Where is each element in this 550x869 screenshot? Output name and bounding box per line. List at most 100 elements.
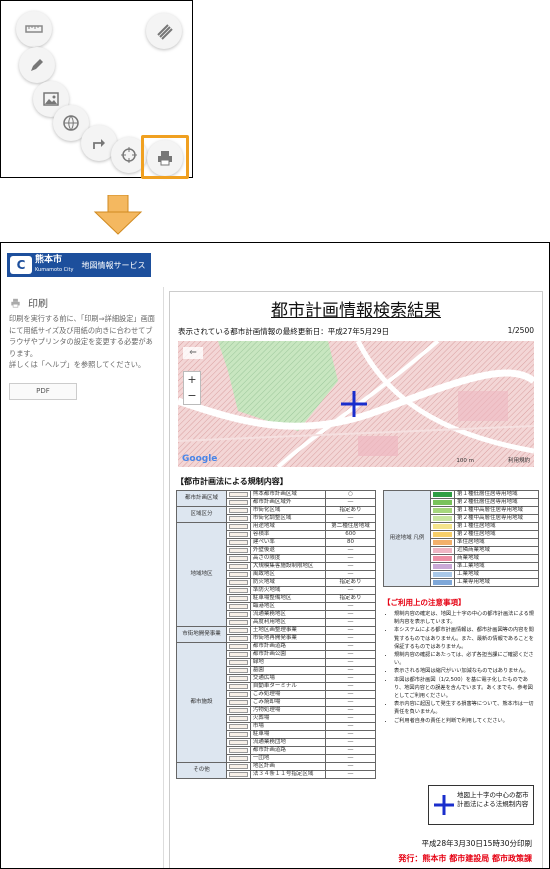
legend-swatch <box>430 530 455 539</box>
item-value-cell: 指定あり <box>325 594 376 603</box>
item-value-cell: ― <box>325 514 376 523</box>
zoning-legend-grid: 用途地域 凡例 第１種低層住居専用地域 第２種低層住居専用地域 第１種中高層住居専用地… <box>383 490 539 587</box>
logo-sub: Kumamoto City <box>35 267 74 273</box>
swatch-cell <box>225 674 251 683</box>
zoom-control[interactable]: + − <box>183 371 201 405</box>
swatch-cell <box>225 562 251 571</box>
swatch-cell <box>225 490 251 499</box>
table-row: 都市計画区域 熊本都市計画区域 ○ <box>176 490 376 507</box>
ruler-icon[interactable] <box>16 11 52 47</box>
item-name-cell: 法３４条１１号指定区域 <box>249 770 327 779</box>
notice-item: ご利用者自身の責任と判断で利用してください。 <box>394 717 536 725</box>
swatch-cell <box>225 690 251 699</box>
item-name-cell: 防火地域 <box>249 578 327 587</box>
zoom-out-button[interactable]: − <box>184 388 200 404</box>
swatch-cell <box>225 746 251 755</box>
back-arrow-icon[interactable]: ⇐ <box>183 347 203 359</box>
crosshair-icon <box>434 795 454 815</box>
item-name-cell: ごみ処理場 <box>249 690 327 699</box>
item-name-cell: 風致地区 <box>249 570 327 579</box>
sidebar-description: 印刷を実行する前に、「印刷⇒詳細設定」画面にて用紙サイズ及び用紙の向きに合わせて… <box>9 314 155 369</box>
item-name-cell: 土地区画整理事業 <box>249 626 327 635</box>
swatch-cell <box>225 530 251 539</box>
print-preview: 都市計画情報検索結果 表示されている都市計画情報の最終更新日：平成27年5月29… <box>169 291 543 868</box>
item-value-cell: 600 <box>325 530 376 539</box>
table-row: 市街地開発事業 土地区画整理事業 ― <box>176 626 376 643</box>
logo-mark-icon: C <box>10 256 32 274</box>
item-value-cell: ― <box>325 666 376 675</box>
legend-box: 地図上十字の中心の都市計画法による法規制内容 <box>428 785 534 825</box>
scale-bar: 100 m <box>456 458 474 464</box>
last-updated: 表示されている都市計画情報の最終更新日：平成27年5月29日 <box>178 327 390 336</box>
swatch-cell <box>225 658 251 667</box>
section-title: 【都市計画法による規制内容】 <box>176 477 288 486</box>
item-name-cell: 建ぺい率 <box>249 538 327 547</box>
item-value-cell: ― <box>325 546 376 555</box>
item-name-cell: 火葬場 <box>249 714 327 723</box>
legend-label: 第１種低層住居専用地域 <box>454 490 539 499</box>
item-value-cell: ― <box>325 762 376 771</box>
swatch-cell <box>225 666 251 675</box>
swatch-cell <box>225 698 251 707</box>
sidebar: 印刷 印刷を実行する前に、「印刷⇒詳細設定」画面にて用紙サイズ及び用紙の向きに合… <box>1 287 164 868</box>
legend-label: 近隣商業地域 <box>454 546 539 555</box>
legend-swatch <box>430 498 455 507</box>
swatch-cell <box>225 730 251 739</box>
legend-swatch <box>430 514 455 523</box>
category-cell: 都市施設 <box>176 642 227 763</box>
city-logo[interactable]: C 熊本市 Kumamoto City 地図情報サービス <box>7 253 151 277</box>
menu-icon[interactable] <box>146 13 182 49</box>
item-name-cell: 都市計画区域外 <box>249 498 327 507</box>
print-icon <box>11 298 20 307</box>
item-value-cell: 80 <box>325 538 376 547</box>
map-view[interactable]: ⇐ + − Google 100 m 利用規約 <box>178 341 534 467</box>
pen-icon[interactable] <box>19 47 55 83</box>
item-value-cell: ― <box>325 602 376 611</box>
item-name-cell: 駐車場整備地区 <box>249 594 327 603</box>
legend-swatch <box>430 578 455 587</box>
item-name-cell: 都市計画道路 <box>249 746 327 755</box>
legend-label: 第１種住居地域 <box>454 522 539 531</box>
table-row: 地域地区 用途地域 第二種住居地域 <box>176 522 376 627</box>
item-value-cell: ― <box>325 730 376 739</box>
item-name-cell: 交通広場 <box>249 674 327 683</box>
legend-caption: 地図上十字の中心の都市計画法による法規制内容 <box>457 791 529 808</box>
item-name-cell: 自動車ターミナル <box>249 682 327 691</box>
item-name-cell: 流通業務地区 <box>249 610 327 619</box>
item-value-cell: ― <box>325 634 376 643</box>
swatch-cell <box>225 618 251 627</box>
swatch-cell <box>225 554 251 563</box>
item-value-cell: ― <box>325 570 376 579</box>
legend-label: 第２種中高層住居専用地域 <box>454 514 539 523</box>
legend-label: 商業地域 <box>454 554 539 563</box>
swatch-cell <box>225 522 251 531</box>
terms-link[interactable]: 利用規約 <box>508 456 530 464</box>
notice-item: 規制内容の確認にあたっては、必ず各担当課にご確認ください。 <box>394 651 536 667</box>
item-value-cell: ― <box>325 562 376 571</box>
item-name-cell: 流通業務団地 <box>249 738 327 747</box>
swatch-cell <box>225 642 251 651</box>
item-name-cell: 外壁後退 <box>249 546 327 555</box>
item-name-cell: ごみ焼却場 <box>249 698 327 707</box>
legend-label: 第２種住居地域 <box>454 530 539 539</box>
item-value-cell: ― <box>325 722 376 731</box>
swatch-cell <box>225 538 251 547</box>
item-value-cell: 第二種住居地域 <box>325 522 376 531</box>
print-screen: C 熊本市 Kumamoto City 地図情報サービス 印刷 印刷を実行する前… <box>0 242 550 869</box>
map-canvas <box>178 341 534 467</box>
category-cell: 都市計画区域 <box>176 490 227 507</box>
item-value-cell: 指定あり <box>325 506 376 515</box>
regulation-table-grid: 都市計画区域 熊本都市計画区域 ○ 都市計画区域外 ― 区域区分 市街化区域 指定あり 市街化調… <box>176 490 376 779</box>
regulation-table: 都市計画区域 熊本都市計画区域 ○ 都市計画区域外 ― 区域区分 市街化区域 指定あり 市街化調… <box>176 490 376 779</box>
item-name-cell: 大規模集客施設制限地区 <box>249 562 327 571</box>
item-value-cell: ― <box>325 674 376 683</box>
item-value-cell: ― <box>325 738 376 747</box>
legend-swatch <box>430 490 455 499</box>
item-name-cell: 市街化調整区域 <box>249 514 327 523</box>
pdf-button[interactable]: PDF <box>9 383 77 400</box>
zoom-in-button[interactable]: + <box>184 372 200 388</box>
item-name-cell: 駐車場 <box>249 730 327 739</box>
legend-swatch <box>430 562 455 571</box>
swatch-cell <box>225 498 251 507</box>
swatch-cell <box>225 738 251 747</box>
